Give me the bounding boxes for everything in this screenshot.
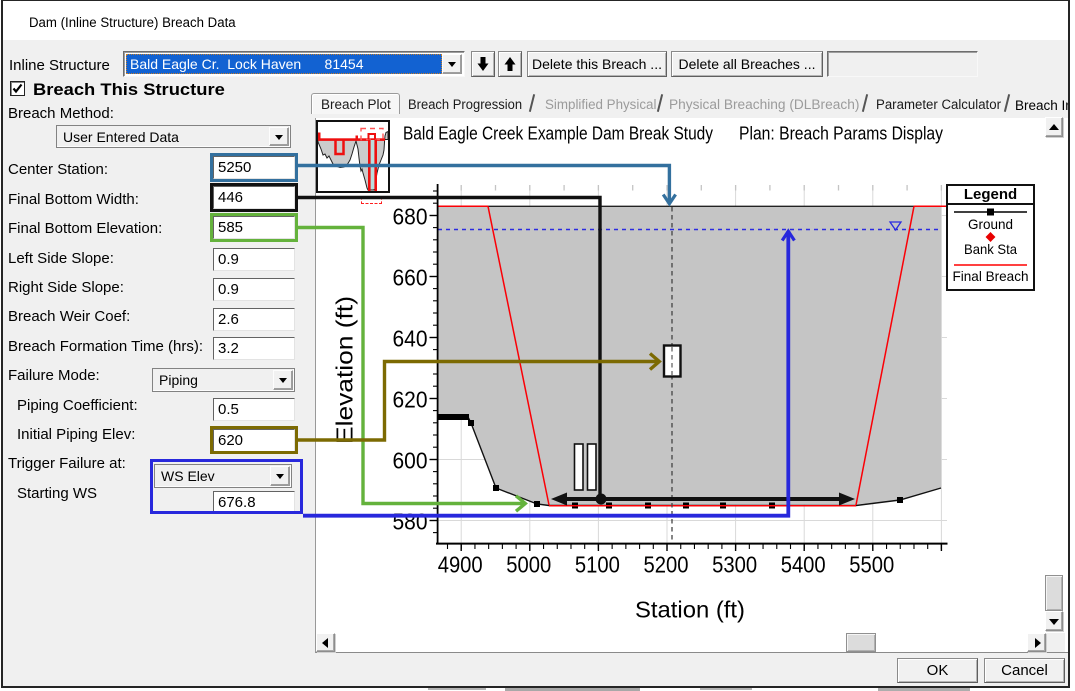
svg-text:Ground: Ground bbox=[968, 216, 1013, 232]
svg-text:Bank Sta: Bank Sta bbox=[964, 241, 1017, 257]
svg-text:Final Breach: Final Breach bbox=[953, 268, 1029, 284]
